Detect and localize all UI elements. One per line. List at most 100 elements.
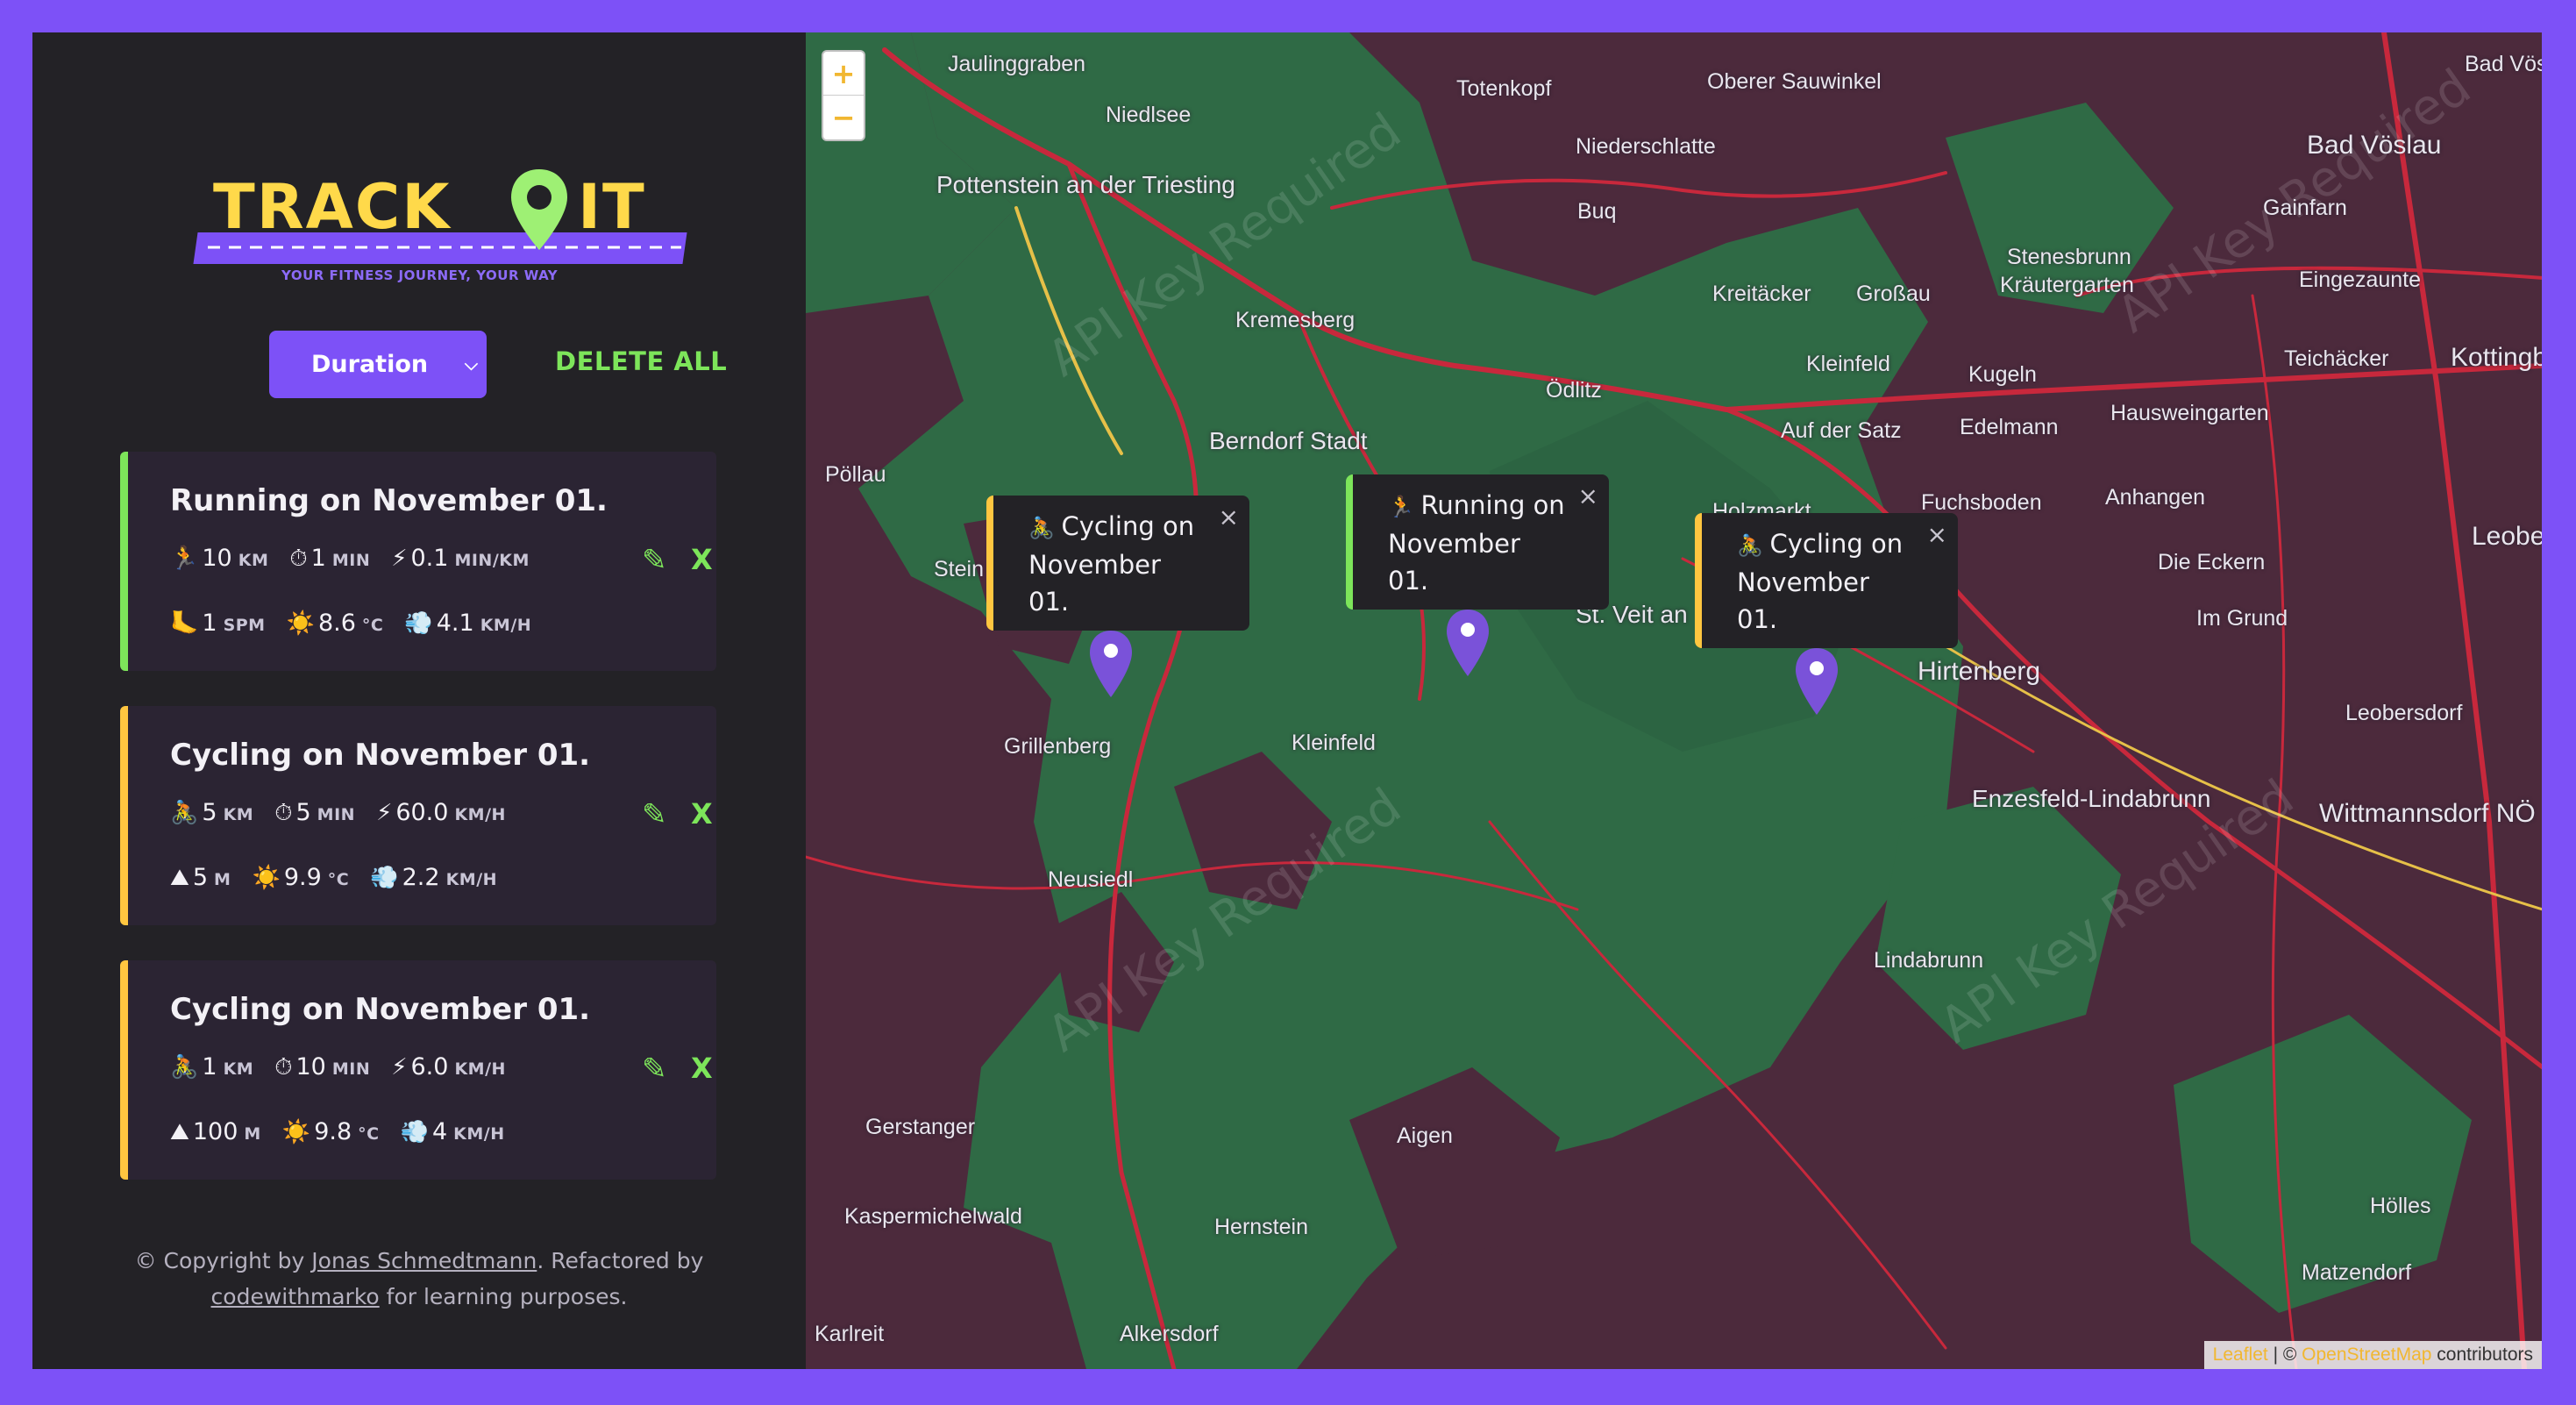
logo-tagline: YOUR FITNESS JOURNEY, YOUR WAY xyxy=(281,267,559,283)
wind-unit: KM/H xyxy=(480,616,532,635)
map-label: Lindabrunn xyxy=(1874,948,1984,973)
map-label: Wittmannsdorf NÖ xyxy=(2319,799,2536,828)
speed-stat: ⚡ 6.0 KM/H xyxy=(391,1053,506,1080)
map-label: Auf der Satz xyxy=(1781,418,1902,443)
cadence-value: 1 xyxy=(202,610,217,637)
workout-weather-row: 🦶 1 SPM ☀️ 8.6 °C 💨 4.1 KM/H xyxy=(170,610,552,637)
duration-stat: ⏱ 5 MIN xyxy=(274,799,355,827)
map-label: Oberer Sauwinkel xyxy=(1707,69,1882,94)
chevron-down-icon: ⌵ xyxy=(464,353,478,374)
speed-value: 0.1 xyxy=(410,545,449,572)
logo: TRACK IT YOUR FITNESS JOURNEY, YOUR WAY xyxy=(162,129,688,296)
temperature-stat: ☀️ 9.9 °C xyxy=(252,864,349,891)
copyright: © Copyright by Jonas Schmedtmann. Refact… xyxy=(32,1243,806,1315)
workout-popup[interactable]: × 🏃 Running on November 01. xyxy=(1346,474,1609,610)
map-label: Grillenberg xyxy=(1004,734,1112,759)
map-label: Hernstein xyxy=(1214,1215,1308,1239)
elevation-stat: ⛰ 100 M xyxy=(170,1118,261,1146)
copyright-middle: . Refactored by xyxy=(537,1248,704,1273)
map-label: Leobe xyxy=(2472,522,2542,551)
distance-unit: KM xyxy=(223,1059,254,1079)
map-pin-icon xyxy=(511,169,567,250)
temperature-value: 9.8 xyxy=(314,1118,352,1145)
temperature-stat: ☀️ 9.8 °C xyxy=(282,1118,380,1145)
workout-title: Cycling on November 01. xyxy=(170,992,591,1027)
map-label: Hirtenberg xyxy=(1918,657,2041,686)
map-label: Die Eckern xyxy=(2158,550,2266,574)
delete-workout-button[interactable]: X xyxy=(691,797,713,831)
wind-icon: 💨 xyxy=(404,610,433,637)
duration-stat: ⏱ 10 MIN xyxy=(274,1053,370,1081)
distance-stat: 🚴 5 KM xyxy=(170,799,253,826)
edit-icon[interactable]: ✎ xyxy=(642,797,667,832)
elevation-value: 100 xyxy=(192,1118,238,1145)
map-marker-icon[interactable] xyxy=(1793,646,1840,717)
popup-close-button[interactable]: × xyxy=(1578,478,1598,515)
copyright-suffix: for learning purposes. xyxy=(386,1284,628,1309)
map-label: Bad Vöslau xyxy=(2465,52,2542,76)
workout-title: Running on November 01. xyxy=(170,483,608,518)
copyright-prefix: © Copyright by xyxy=(134,1248,305,1273)
wind-value: 4 xyxy=(431,1118,448,1145)
stopwatch-icon: ⏱ xyxy=(274,1054,293,1080)
map-label: Pöllau xyxy=(825,462,886,487)
delete-all-button[interactable]: DELETE ALL xyxy=(555,346,727,376)
duration-unit: MIN xyxy=(317,805,356,824)
mountain-icon: ⛰ xyxy=(170,1119,189,1145)
runner-icon: 🏃 xyxy=(1388,495,1421,519)
edit-icon[interactable]: ✎ xyxy=(642,1052,667,1087)
speed-stat: ⚡ 60.0 KM/H xyxy=(376,799,506,826)
map-marker-icon[interactable] xyxy=(1444,608,1491,678)
workout-popup[interactable]: × 🚴 Cycling on November 01. xyxy=(986,496,1249,631)
lightning-icon: ⚡ xyxy=(391,1054,408,1080)
elevation-unit: M xyxy=(244,1124,261,1144)
popup-close-button[interactable]: × xyxy=(1219,499,1239,536)
stopwatch-icon: ⏱ xyxy=(274,800,293,826)
workout-item[interactable]: Running on November 01. 🏃 10 KM ⏱ 1 MIN ⚡ 0.1… xyxy=(120,452,716,671)
map-label: Kottingbru xyxy=(2451,343,2542,372)
temperature-value: 9.9 xyxy=(283,864,322,891)
leaflet-link[interactable]: Leaflet xyxy=(2213,1344,2268,1365)
delete-workout-button[interactable]: X xyxy=(691,543,713,576)
logo-dashes xyxy=(208,246,681,249)
workout-popup[interactable]: × 🚴 Cycling on November 01. xyxy=(1695,513,1958,648)
zoom-out-button[interactable]: − xyxy=(823,96,864,139)
map[interactable]: + − Jaulinggraben Niedlsee Totenkopf Obe… xyxy=(806,32,2542,1369)
sort-select-value: Duration xyxy=(311,351,429,378)
distance-unit: KM xyxy=(223,805,254,824)
map-marker-icon[interactable] xyxy=(1087,629,1135,699)
sun-icon: ☀️ xyxy=(252,865,281,891)
osm-link[interactable]: OpenStreetMap xyxy=(2302,1344,2431,1365)
speed-unit: MIN/KM xyxy=(454,551,530,570)
distance-value: 5 xyxy=(202,799,217,826)
map-label: Ödlitz xyxy=(1546,378,1602,403)
author-link[interactable]: Jonas Schmedtmann xyxy=(311,1248,537,1273)
duration-value: 5 xyxy=(295,799,311,826)
map-label: Kleinfeld xyxy=(1292,731,1376,755)
workout-stats-row: 🏃 10 KM ⏱ 1 MIN ⚡ 0.1 MIN/KM xyxy=(170,545,551,573)
distance-stat: 🚴 1 KM xyxy=(170,1053,253,1080)
map-label: Buq xyxy=(1577,199,1617,224)
map-label: Kaspermichelwald xyxy=(844,1204,1022,1229)
zoom-in-button[interactable]: + xyxy=(823,52,864,96)
map-label: Im Grund xyxy=(2196,606,2288,631)
workout-item[interactable]: Cycling on November 01. 🚴 1 KM ⏱ 10 MIN ⚡ 6.0… xyxy=(120,960,716,1180)
delete-workout-button[interactable]: X xyxy=(691,1052,713,1085)
wind-unit: KM/H xyxy=(453,1124,505,1144)
workout-item[interactable]: Cycling on November 01. 🚴 5 KM ⏱ 5 MIN ⚡ 60.0… xyxy=(120,706,716,925)
popup-close-button[interactable]: × xyxy=(1927,517,1947,553)
map-label: Totenkopf xyxy=(1456,76,1552,101)
wind-stat: 💨 4.1 KM/H xyxy=(404,610,531,637)
edit-icon[interactable]: ✎ xyxy=(642,543,667,578)
cyclist-icon: 🚴 xyxy=(170,1054,199,1080)
distance-value: 10 xyxy=(202,545,232,572)
map-label: Pottenstein an der Triesting xyxy=(936,171,1235,198)
map-label: Hölles xyxy=(2370,1194,2431,1218)
distance-unit: KM xyxy=(238,551,269,570)
sort-select[interactable]: Duration ⌵ xyxy=(269,331,487,398)
refactor-link[interactable]: codewithmarko xyxy=(211,1284,380,1309)
map-label: Leobersdorf xyxy=(2345,701,2463,725)
wind-stat: 💨 4 KM/H xyxy=(401,1118,505,1145)
lightning-icon: ⚡ xyxy=(391,546,408,572)
temperature-unit: °C xyxy=(361,616,384,635)
